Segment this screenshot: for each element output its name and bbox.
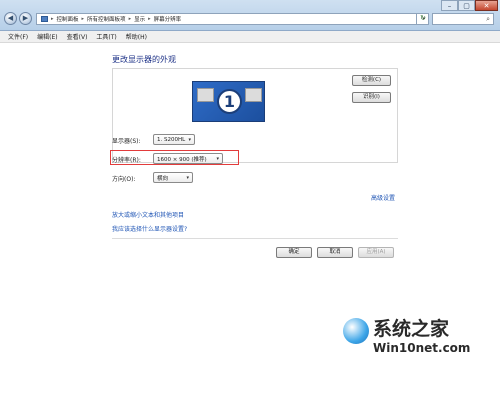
- address-bar[interactable]: ▸ 控制面板 ▸ 所有控制面板项 ▸ 显示 ▸ 屏幕分辨率 ▾: [36, 13, 429, 25]
- search-input[interactable]: ⌕: [432, 13, 494, 25]
- menu-tools[interactable]: 工具(T): [96, 32, 116, 41]
- orientation-label: 方向(O):: [112, 176, 136, 183]
- breadcrumb-display[interactable]: 显示: [134, 15, 145, 23]
- maximize-icon: ▢: [463, 2, 470, 10]
- watermark: 系统之家 Win10net.com: [339, 314, 497, 370]
- watermark-logo-icon: [343, 318, 369, 344]
- watermark-site: Win10net.com: [373, 341, 471, 355]
- breadcrumb-separator: ▸: [128, 16, 132, 22]
- menu-bar: 文件(F) 编辑(E) 查看(V) 工具(T) 帮助(H): [0, 31, 500, 43]
- page-title: 更改显示器的外观: [112, 55, 176, 64]
- breadcrumb-separator: ▸: [51, 16, 54, 22]
- maximize-button[interactable]: ▢: [458, 0, 475, 11]
- search-icon: ⌕: [486, 14, 490, 23]
- breadcrumb-separator: ▸: [81, 16, 85, 22]
- menu-edit[interactable]: 编辑(E): [37, 32, 57, 41]
- which-setting-link[interactable]: 我应该选择什么显示器设置?: [112, 224, 187, 233]
- identify-button[interactable]: 识别(I): [352, 92, 391, 103]
- text-size-link[interactable]: 放大或缩小文本和其他项目: [112, 210, 184, 219]
- refresh-button[interactable]: ↻: [416, 13, 429, 25]
- advanced-settings-link[interactable]: 高级设置: [371, 193, 395, 202]
- monitor-number-badge: 1: [217, 89, 242, 114]
- resolution-highlight-box: [110, 150, 239, 165]
- back-button[interactable]: ◀: [4, 12, 17, 25]
- menu-file[interactable]: 文件(F): [8, 32, 28, 41]
- breadcrumb-separator: ▸: [148, 16, 151, 22]
- window-thumbnail: [245, 88, 262, 102]
- breadcrumb-screen-resolution[interactable]: 屏幕分辨率: [154, 15, 182, 23]
- ok-button[interactable]: 确定: [276, 247, 312, 258]
- title-bar: ◀ ▶ ▸ 控制面板 ▸ 所有控制面板项 ▸ 显示 ▸ 屏幕分辨率 ▾ ↻ ⌕ …: [0, 0, 500, 31]
- display-label: 显示器(S):: [112, 138, 141, 145]
- forward-arrow-icon: ▶: [22, 14, 29, 22]
- breadcrumb-all-items[interactable]: 所有控制面板项: [87, 15, 126, 23]
- orientation-select-value: 横向: [157, 175, 169, 182]
- close-icon: ✕: [483, 2, 490, 10]
- minimize-button[interactable]: –: [441, 0, 458, 11]
- display-select-value: 1. S200HL: [157, 136, 186, 143]
- breadcrumb-control-panel[interactable]: 控制面板: [57, 15, 79, 23]
- window-thumbnail: [197, 88, 214, 102]
- chevron-down-icon: ▾: [188, 136, 191, 143]
- apply-button[interactable]: 应用(A): [358, 247, 394, 258]
- watermark-brand: 系统之家: [373, 318, 450, 340]
- control-panel-icon: [41, 16, 48, 22]
- cancel-button[interactable]: 取消: [317, 247, 353, 258]
- orientation-select[interactable]: 横向 ▾: [153, 172, 193, 183]
- detect-button[interactable]: 检测(C): [352, 75, 391, 86]
- divider: [112, 238, 398, 239]
- close-button[interactable]: ✕: [475, 0, 498, 11]
- monitor-1-tile[interactable]: 1: [192, 81, 265, 122]
- back-arrow-icon: ◀: [7, 14, 14, 22]
- forward-button[interactable]: ▶: [19, 12, 32, 25]
- chevron-down-icon: ▾: [186, 174, 189, 181]
- minimize-icon: –: [447, 2, 452, 10]
- menu-help[interactable]: 帮助(H): [126, 32, 147, 41]
- menu-view[interactable]: 查看(V): [67, 32, 88, 41]
- refresh-icon: ↻: [420, 14, 426, 22]
- display-select[interactable]: 1. S200HL ▾: [153, 134, 195, 145]
